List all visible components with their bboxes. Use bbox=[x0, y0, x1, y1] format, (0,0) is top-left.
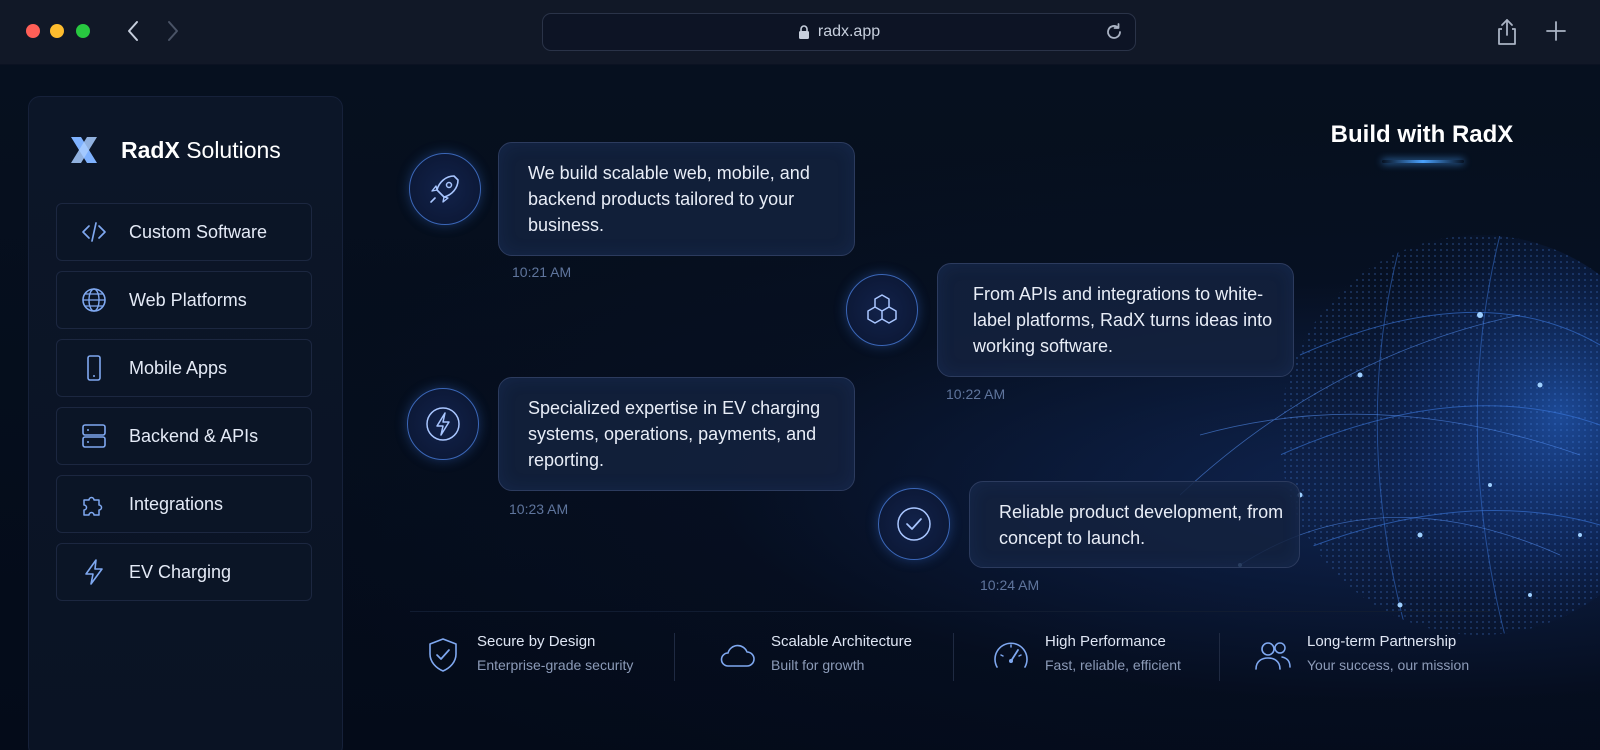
message-time: 10:22 AM bbox=[946, 386, 1006, 402]
rocket-icon bbox=[430, 175, 459, 203]
feature-scalable-architecture: Scalable Architecture Built for growth bbox=[717, 633, 912, 683]
cubes-icon bbox=[867, 294, 897, 324]
check-circle-icon bbox=[897, 507, 931, 541]
message-bubble: Reliable product development, from conce… bbox=[969, 481, 1300, 568]
maximize-window-button[interactable] bbox=[76, 24, 90, 38]
message-bubble: We build scalable web, mobile, and backe… bbox=[498, 142, 855, 256]
sidebar-item-label: Custom Software bbox=[129, 221, 268, 242]
reload-icon[interactable] bbox=[1103, 21, 1125, 43]
address-bar[interactable]: radx.app bbox=[542, 13, 1136, 51]
message-text: We build scalable web, mobile, and backe… bbox=[528, 163, 810, 235]
share-icon[interactable] bbox=[1494, 18, 1520, 46]
speedometer-icon bbox=[994, 642, 1028, 668]
page-content: RadX Solutions Custom Software Web Platf… bbox=[0, 65, 1600, 750]
close-window-button[interactable] bbox=[26, 24, 40, 38]
sidebar: RadX Solutions Custom Software Web Platf… bbox=[28, 96, 343, 750]
message-avatar-check bbox=[878, 488, 950, 560]
browser-titlebar: radx.app bbox=[0, 0, 1600, 65]
message-avatar-rocket bbox=[409, 153, 481, 225]
message-time: 10:24 AM bbox=[980, 577, 1040, 593]
code-icon bbox=[82, 222, 106, 242]
brand-name: RadX Solutions bbox=[121, 136, 281, 163]
lightning-icon bbox=[85, 559, 103, 585]
message-time: 10:21 AM bbox=[512, 264, 572, 280]
message-bubble: From APIs and integrations to white-labe… bbox=[937, 263, 1294, 377]
sidebar-item-label: Integrations bbox=[129, 493, 224, 514]
feature-divider bbox=[953, 633, 954, 681]
feature-title: Scalable Architecture bbox=[771, 633, 912, 650]
message-text: Specialized expertise in EV charging sys… bbox=[528, 398, 821, 470]
back-button[interactable] bbox=[120, 18, 146, 44]
sidebar-item-custom-software[interactable]: Custom Software bbox=[56, 203, 312, 261]
feature-divider bbox=[1219, 633, 1220, 681]
mobile-icon bbox=[87, 355, 101, 381]
sidebar-item-label: Web Platforms bbox=[129, 289, 247, 310]
lock-icon bbox=[798, 24, 809, 39]
feature-title: Long-term Partnership bbox=[1307, 633, 1457, 650]
chevron-right-icon bbox=[168, 21, 178, 41]
feature-secure-by-design: Secure by Design Enterprise-grade securi… bbox=[423, 633, 633, 683]
sidebar-item-web-platforms[interactable]: Web Platforms bbox=[56, 271, 312, 329]
browser-window: radx.app RadX Solutions Custom Software … bbox=[0, 0, 1600, 750]
chevron-left-icon bbox=[128, 21, 138, 41]
feature-long-term-partnership: Long-term Partnership Your success, our … bbox=[1253, 633, 1469, 683]
feature-title: High Performance bbox=[1045, 633, 1166, 650]
message-avatar-cubes bbox=[846, 274, 918, 346]
url-text: radx.app bbox=[817, 23, 881, 40]
feature-subtitle: Your success, our mission bbox=[1307, 657, 1470, 673]
lightning-circle-icon bbox=[426, 407, 460, 441]
sidebar-item-label: EV Charging bbox=[129, 561, 232, 582]
cloud-icon bbox=[720, 644, 755, 667]
puzzle-icon bbox=[83, 496, 103, 516]
feature-divider bbox=[674, 633, 675, 681]
shield-check-icon bbox=[429, 638, 457, 672]
sidebar-item-label: Mobile Apps bbox=[129, 357, 228, 378]
radx-logo-icon bbox=[71, 137, 97, 163]
sidebar-item-ev-charging[interactable]: EV Charging bbox=[56, 543, 312, 601]
users-icon bbox=[1255, 642, 1291, 670]
message-time: 10:23 AM bbox=[509, 501, 569, 517]
brand: RadX Solutions bbox=[67, 133, 281, 167]
message-text: From APIs and integrations to white-labe… bbox=[973, 284, 1273, 356]
server-icon bbox=[82, 424, 106, 448]
globe-icon bbox=[82, 288, 106, 312]
page-headline: Build with RadX bbox=[1330, 121, 1514, 148]
feature-title: Secure by Design bbox=[477, 633, 596, 650]
feature-subtitle: Enterprise-grade security bbox=[477, 657, 634, 673]
feature-high-performance: High Performance Fast, reliable, efficie… bbox=[991, 633, 1181, 683]
sidebar-item-backend-apis[interactable]: Backend & APIs bbox=[56, 407, 312, 465]
minimize-window-button[interactable] bbox=[50, 24, 64, 38]
headline-accent-bar bbox=[1382, 160, 1464, 163]
message-bubble: Specialized expertise in EV charging sys… bbox=[498, 377, 855, 491]
feature-subtitle: Built for growth bbox=[771, 657, 865, 673]
forward-button[interactable] bbox=[160, 18, 186, 44]
sidebar-item-mobile-apps[interactable]: Mobile Apps bbox=[56, 339, 312, 397]
new-tab-icon[interactable] bbox=[1543, 18, 1569, 44]
sidebar-item-label: Backend & APIs bbox=[129, 425, 259, 446]
features-divider bbox=[410, 611, 1490, 612]
message-avatar-lightning bbox=[407, 388, 479, 460]
message-text: Reliable product development, from conce… bbox=[999, 502, 1284, 548]
sidebar-item-integrations[interactable]: Integrations bbox=[56, 475, 312, 533]
feature-subtitle: Fast, reliable, efficient bbox=[1045, 657, 1181, 673]
